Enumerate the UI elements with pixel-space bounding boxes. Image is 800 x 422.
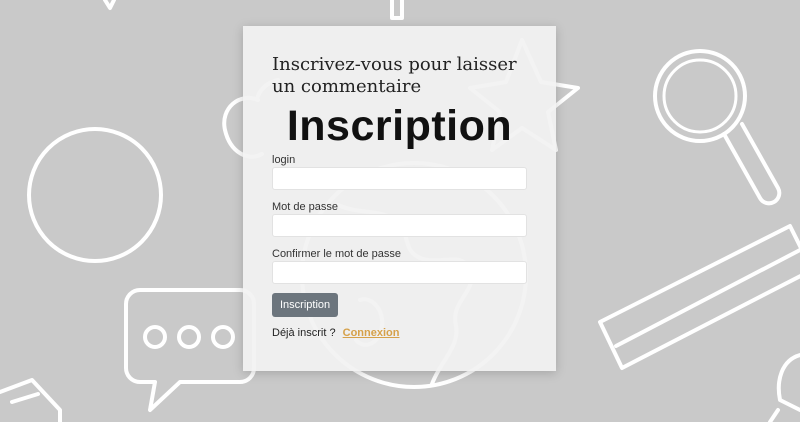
login-link[interactable]: Connexion [343, 327, 400, 339]
confirm-password-input[interactable] [272, 261, 527, 284]
ruler-icon [598, 224, 800, 370]
magnifier-icon [653, 49, 782, 206]
password-label: Mot de passe [272, 201, 339, 213]
speech-bubble-icon [124, 288, 256, 412]
form-subtitle: Inscrivez-vous pour laisser un commentai… [272, 54, 517, 97]
login-prompt: Déjà inscrit ? Connexion [272, 327, 399, 339]
login-input[interactable] [272, 167, 527, 190]
registration-card: Inscrivez-vous pour laisser un commentai… [243, 26, 556, 371]
confirm-password-label: Confirmer le mot de passe [272, 248, 401, 260]
password-input[interactable] [272, 214, 527, 237]
form-title: Inscription [286, 102, 513, 150]
circle-outline-icon [27, 127, 163, 263]
book-icon [0, 378, 62, 422]
register-button[interactable]: Inscription [272, 293, 339, 317]
already-registered-text: Déjà inscrit ? [272, 327, 336, 339]
login-label: login [272, 154, 296, 166]
